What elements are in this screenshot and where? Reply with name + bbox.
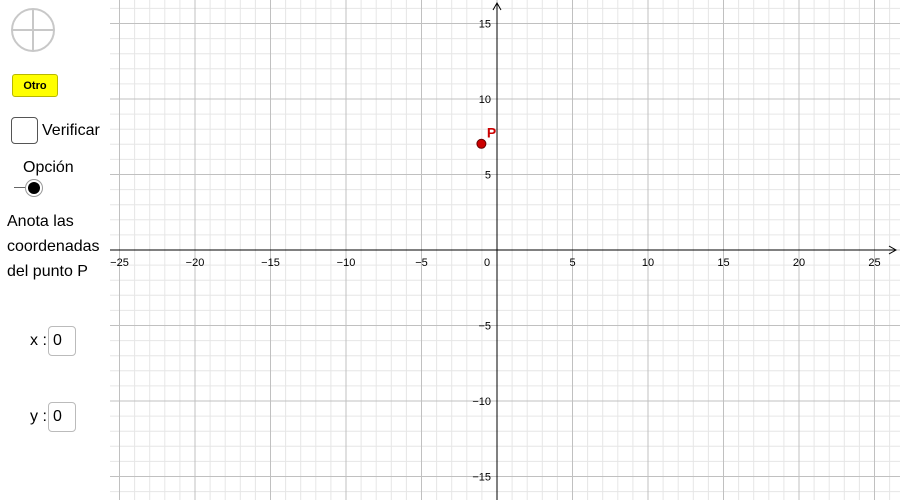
y-tick-label: −15 [472,472,491,484]
x-tick-label: −15 [261,257,280,269]
coordinate-graph[interactable]: −25 −20 −15 −10 −5 0 5 10 15 20 25 15105−5−10−15 P [0,0,900,500]
opcion-slider-knob[interactable] [25,179,43,197]
point-p-label: P [487,124,496,140]
y-tick-label: 15 [479,19,491,31]
x-coordinate-input[interactable] [48,326,76,356]
opcion-label: Opción [23,159,74,176]
x-tick-labels: −25 −20 −15 −10 −5 0 5 10 15 20 25 [110,257,880,269]
y-tick-label: 10 [479,94,491,106]
verificar-label[interactable]: Verificar [42,122,100,140]
x-tick-label: 10 [642,257,654,269]
point-p-dot[interactable] [476,138,487,149]
axes [110,1,898,500]
x-tick-label: 0 [484,257,490,269]
y-input-label: y : [30,408,47,425]
verificar-checkbox[interactable] [11,117,38,144]
x-tick-label: 20 [793,257,805,269]
instructions-line: coordenadas [7,238,100,255]
y-tick-label: −5 [478,321,491,333]
x-tick-label: 25 [868,257,880,269]
y-tick-label: −10 [472,396,491,408]
x-tick-label: 15 [717,257,729,269]
x-tick-label: 5 [569,257,575,269]
otro-button[interactable]: Otro [12,74,58,97]
x-tick-label: −5 [415,257,428,269]
instructions-line: Anota las [7,213,74,230]
x-tick-label: −10 [337,257,356,269]
instructions-line: del punto P [7,263,88,280]
instructions-text: Anota las coordenadas del punto P [7,209,117,284]
x-input-label: x : [30,332,47,349]
y-coordinate-input[interactable] [48,402,76,432]
x-tick-label: −20 [186,257,205,269]
y-tick-label: 5 [485,170,491,182]
reset-circle-icon[interactable] [10,7,56,53]
